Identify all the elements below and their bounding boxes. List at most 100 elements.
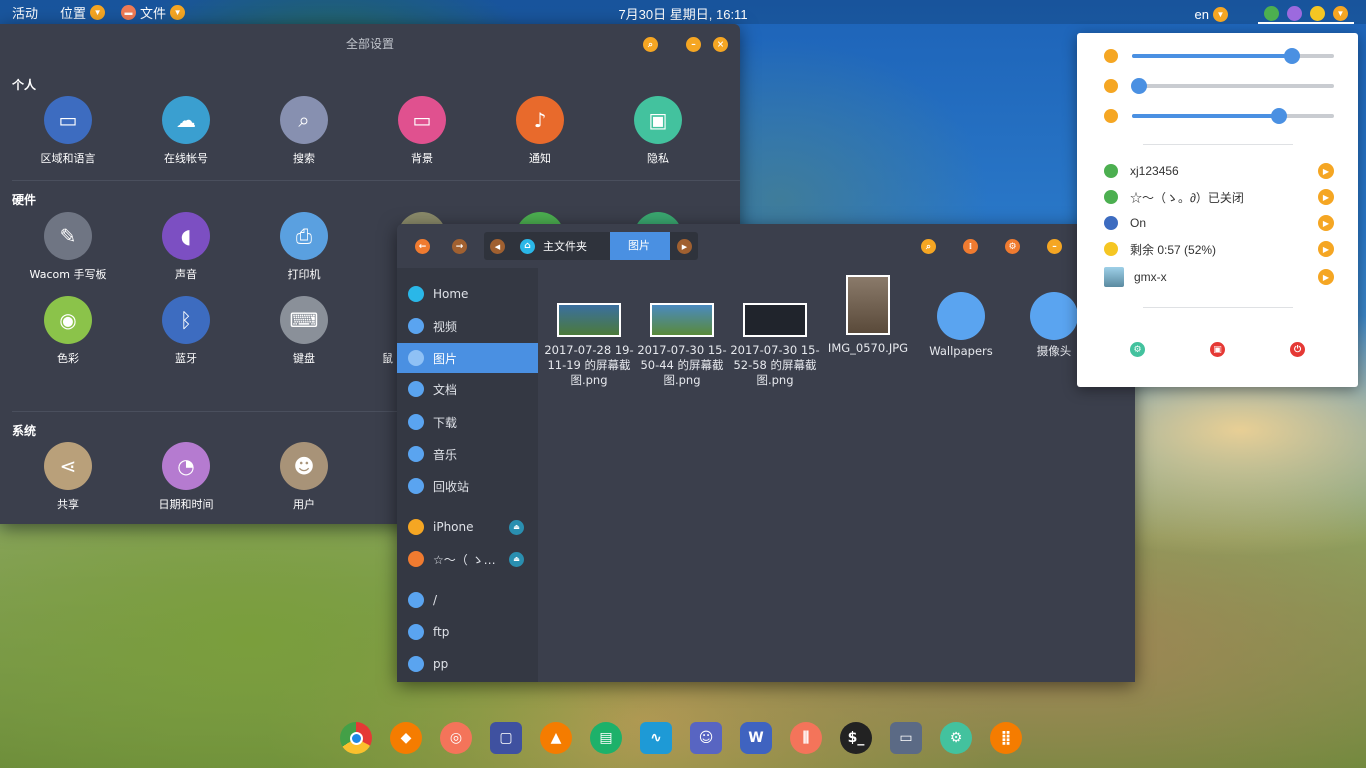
slider-knob[interactable] [1284,48,1300,64]
terminal-icon[interactable]: $_ [840,722,872,754]
clock[interactable]: 7月30日 星期日, 16:11 [618,7,747,22]
bluetooth-row[interactable]: On ▶ [1104,213,1334,233]
settings-bluetooth[interactable]: ᛒ 蓝牙 [131,296,241,366]
battery-icon [1104,242,1118,256]
disk-icon[interactable]: ◎ [440,722,472,754]
sidebar-item-ftp[interactable]: ftp [397,617,538,647]
breadcrumb-home[interactable]: ⌂ 主文件夹 [520,238,587,254]
chevron-right-icon[interactable]: ▶ [1318,163,1334,179]
chevron-right-icon[interactable]: ▶ [677,239,692,254]
fox-icon[interactable]: ◆ [390,722,422,754]
settings-color[interactable]: ◉ 色彩 [13,296,123,366]
sidebar-item-pictures[interactable]: 图片 [397,343,538,373]
settings-icon[interactable]: ⚙ [1130,342,1145,357]
image-thumbnail [650,303,714,337]
sidebar-label: iPhone [433,520,474,534]
gear-icon[interactable]: ⚙ [1005,239,1020,254]
brightness-slider[interactable] [1132,108,1334,124]
chevron-left-icon[interactable]: ◀ [490,239,505,254]
settings-sharing[interactable]: ⋖ 共享 [13,442,123,512]
sidebar-item-trash[interactable]: 回收站 [397,471,538,501]
power-icon[interactable]: ⏻ [1290,342,1305,357]
settings-sound[interactable]: ◖ 声音 [131,212,241,282]
minimize-button[interactable]: – [686,37,701,52]
volume-slider[interactable] [1132,48,1334,64]
settings-datetime[interactable]: ◔ 日期和时间 [131,442,241,512]
breadcrumb-pictures[interactable]: 图片 [610,232,670,260]
chevron-right-icon[interactable]: ▶ [1318,189,1334,205]
sidebar-item-pp[interactable]: pp [397,649,538,679]
lock-icon: ▣ [634,96,682,144]
vlc-icon[interactable]: ▲ [540,722,572,754]
sidebar-item-home[interactable]: Home [397,279,538,309]
places-menu[interactable]: 位置 ▼ [60,3,106,22]
eject-icon[interactable]: ⏏ [509,519,524,535]
speaker-icon: ◖ [162,212,210,260]
bluetooth-icon: ᛒ [162,296,210,344]
settings-privacy[interactable]: ▣ 隐私 [603,96,713,166]
slider-knob[interactable] [1131,78,1147,94]
wps-icon[interactable]: W [740,722,772,754]
settings-notifications[interactable]: ♪ 通知 [485,96,595,166]
app-label: 色彩 [57,352,79,365]
keyboard-layout[interactable]: en ▼ [1195,6,1228,22]
folder-icon [937,292,985,340]
back-button[interactable]: ← [415,239,430,254]
settings-printers[interactable]: ⎙ 打印机 [249,212,359,282]
settings-background[interactable]: ▭ 背景 [367,96,477,166]
discord-icon[interactable]: ☺ [690,722,722,754]
files-app-menu[interactable]: ▬ 文件 ▼ [121,3,186,22]
forward-button[interactable]: → [452,239,467,254]
chevron-right-icon[interactable]: ▶ [1318,241,1334,257]
sidebar-item-music[interactable]: 音乐 [397,439,538,469]
mixer-icon[interactable]: ⫼ [790,722,822,754]
sidebar-item-device[interactable]: ☆～（ ゝ… ⏏ [397,544,538,574]
chevron-right-icon[interactable]: ▶ [1318,269,1334,285]
sidebar-item-downloads[interactable]: 下载 [397,407,538,437]
monitor-icon[interactable]: ∿ [640,722,672,754]
minimize-button[interactable]: – [1047,239,1062,254]
settings-icon[interactable]: ⚙ [940,722,972,754]
user-row[interactable]: gmx-x ▶ [1104,267,1334,287]
status-menu[interactable]: ▼ [1258,4,1354,24]
view-icon[interactable]: ⁞ [963,239,978,254]
folder-icon [408,414,424,430]
activities-button[interactable]: 活动 [12,3,38,22]
files-icon[interactable]: ▭ [890,722,922,754]
close-button[interactable]: × [713,37,728,52]
settings-region[interactable]: ▭ 区域和语言 [13,96,123,166]
slider-knob[interactable] [1271,108,1287,124]
settings-users[interactable]: ☻ 用户 [249,442,359,512]
lock-icon[interactable]: ▣ [1210,342,1225,357]
screenshot-icon[interactable]: ▢ [490,722,522,754]
file-item[interactable]: IMG_0570.JPG [823,275,913,356]
file-item[interactable]: 2017-07-28 19-11-19 的屏幕截图.png [544,303,634,388]
folder-item[interactable]: Wallpapers [916,292,1006,359]
eject-icon[interactable]: ⏏ [509,551,524,567]
document-icon[interactable]: ▤ [590,722,622,754]
search-icon[interactable]: ⌕ [643,37,658,52]
home-icon [408,286,424,302]
file-item[interactable]: 2017-07-30 15-50-44 的屏幕截图.png [637,303,727,388]
wired-connection-row[interactable]: xj123456 ▶ [1104,161,1334,181]
sidebar-item-documents[interactable]: 文档 [397,374,538,404]
settings-search[interactable]: ⌕ 搜索 [249,96,359,166]
sidebar-item-videos[interactable]: 视频 [397,311,538,341]
printer-icon: ⎙ [280,212,328,260]
search-icon[interactable]: ⌕ [921,239,936,254]
file-item[interactable]: 2017-07-30 15-52-58 的屏幕截图.png [730,303,820,388]
apps-icon[interactable]: ⣿ [990,722,1022,754]
battery-row[interactable]: 剩余 0:57 (52%) ▶ [1104,239,1334,259]
chrome-icon[interactable] [340,722,372,754]
settings-wacom[interactable]: ✎ Wacom 手写板 [13,212,123,282]
settings-keyboard[interactable]: ⌨ 键盘 [249,296,359,366]
sidebar-item-iphone[interactable]: iPhone ⏏ [397,512,538,542]
sidebar-item-root[interactable]: / [397,585,538,615]
chevron-right-icon[interactable]: ▶ [1318,215,1334,231]
folder-icon [408,318,424,334]
settings-online-accounts[interactable]: ☁ 在线帐号 [131,96,241,166]
folder-icon [408,381,424,397]
wifi-row[interactable]: ☆～（ゝ。∂）已关闭 ▶ [1104,187,1334,207]
microphone-slider[interactable] [1131,78,1334,94]
app-label: 键盘 [293,352,315,365]
